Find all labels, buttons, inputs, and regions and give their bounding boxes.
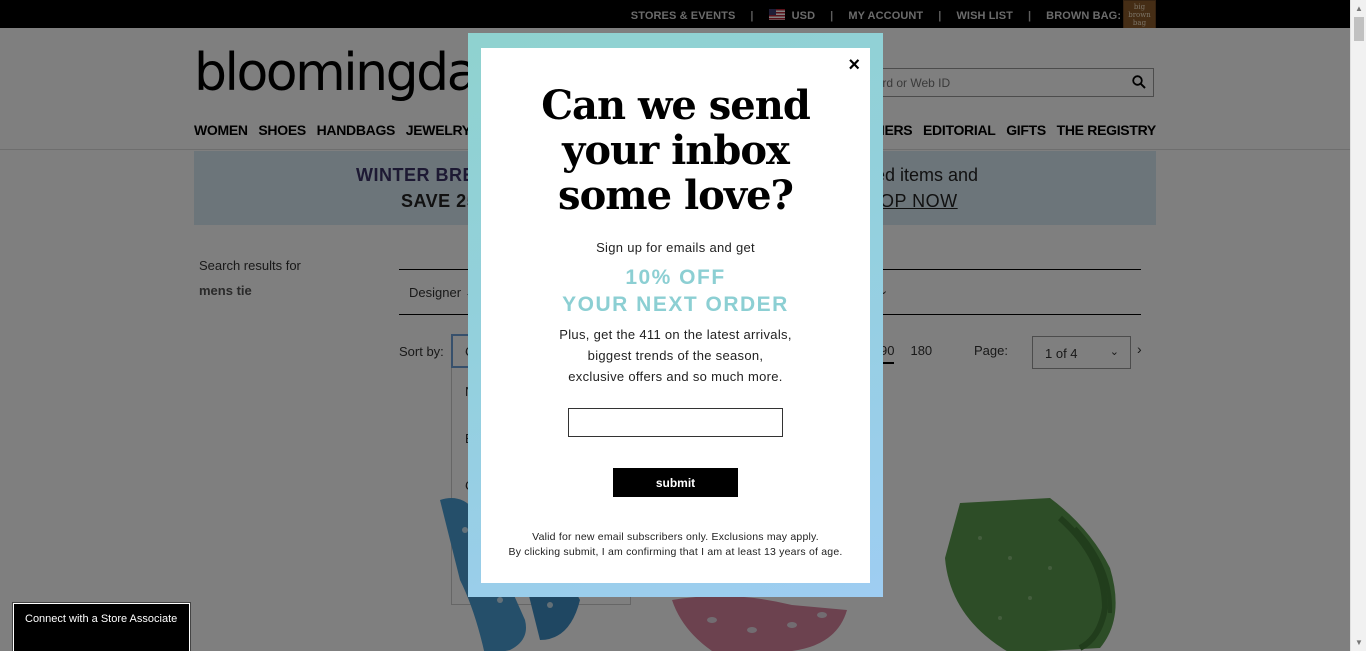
page-scrollbar[interactable]: ▲ ▼ xyxy=(1350,0,1366,651)
fine-print-line: By clicking submit, I am confirming that… xyxy=(508,546,843,558)
scroll-down-icon[interactable]: ▼ xyxy=(1355,638,1363,647)
benefits-text: Plus, get the 411 on the latest arrivals… xyxy=(481,324,870,387)
benefits-line: biggest trends of the season, xyxy=(587,348,764,363)
benefits-line: Plus, get the 411 on the latest arrivals… xyxy=(559,327,792,342)
fine-print-line: Valid for new email subscribers only. Ex… xyxy=(532,531,819,543)
modal-content: × Can we send your inbox some love? Sign… xyxy=(481,48,870,583)
signup-text: Sign up for emails and get xyxy=(596,240,755,255)
headline-line: your inbox xyxy=(562,127,790,174)
submit-button[interactable]: submit xyxy=(613,468,738,497)
offer-line: YOUR NEXT ORDER xyxy=(562,293,789,316)
scrollbar-thumb[interactable] xyxy=(1354,17,1364,41)
email-field[interactable] xyxy=(568,408,783,437)
connect-store-associate-button[interactable]: Connect with a Store Associate xyxy=(12,602,191,651)
close-icon[interactable]: × xyxy=(848,55,860,75)
email-signup-modal: × Can we send your inbox some love? Sign… xyxy=(468,33,883,597)
offer-text: 10% OFF YOUR NEXT ORDER xyxy=(481,264,870,318)
scroll-up-icon[interactable]: ▲ xyxy=(1355,4,1363,13)
headline-line: some love? xyxy=(558,172,794,219)
fine-print: Valid for new email subscribers only. Ex… xyxy=(481,530,870,560)
connect-store-associate-label: Connect with a Store Associate xyxy=(25,613,178,625)
offer-line: 10% OFF xyxy=(625,266,726,289)
modal-headline: Can we send your inbox some love? xyxy=(481,83,870,218)
headline-line: Can we send xyxy=(541,82,811,129)
benefits-line: exclusive offers and so much more. xyxy=(568,369,783,384)
